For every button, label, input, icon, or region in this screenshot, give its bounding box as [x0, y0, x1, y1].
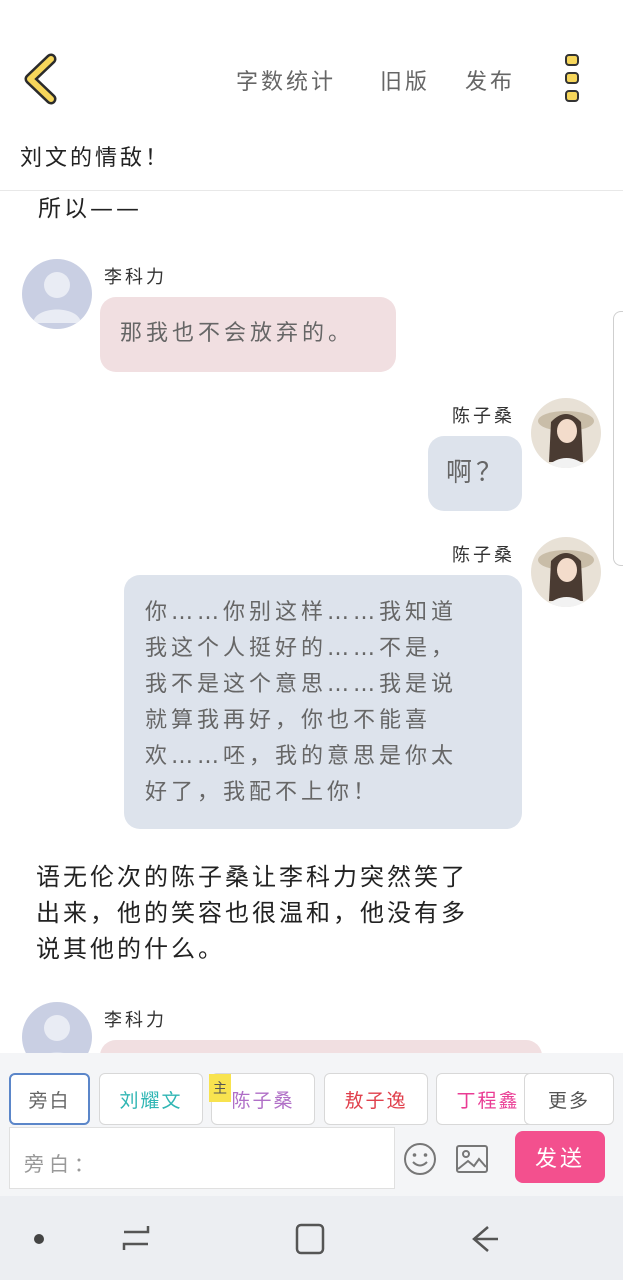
message-bubble[interactable]: 那我也不会放弃的。	[100, 297, 396, 372]
chevron-left-icon	[24, 53, 57, 105]
speaker-name: 李科力	[104, 267, 167, 288]
word-count-button[interactable]: 字数统计	[236, 64, 336, 96]
recents-button[interactable]	[120, 1222, 152, 1254]
back-nav-button[interactable]	[468, 1222, 502, 1256]
chat-area[interactable]: 所以—— 李科力 那我也不会放弃的。 陈子桑 啊？ 陈子桑 你……你别这样……我…	[0, 191, 623, 1053]
message-line: 你……你别这样……我知道	[145, 600, 458, 625]
narration-text: 语无伦次的陈子桑让李科力突然笑了 出来，他的笑容也很温和，他没有多 说其他的什么…	[36, 859, 468, 967]
speaker-name: 陈子桑	[452, 406, 515, 427]
message-line: 好了，我配不上你！	[145, 780, 380, 805]
character-picker: 旁白 刘耀文 陈子桑 主 敖子逸 丁程鑫 更多 旁白： 发送	[0, 1053, 623, 1196]
speaker-name: 陈子桑	[452, 545, 515, 566]
recents-icon	[122, 1226, 150, 1250]
default-avatar-icon	[33, 272, 81, 323]
image-button[interactable]	[455, 1142, 489, 1176]
home-icon	[295, 1223, 325, 1255]
narration-text: 所以——	[38, 196, 142, 222]
main-badge: 主	[209, 1074, 231, 1102]
message-input[interactable]: 旁白：	[9, 1127, 395, 1189]
back-button[interactable]	[18, 52, 68, 106]
smiley-icon	[404, 1143, 436, 1175]
scroll-handle[interactable]	[613, 311, 623, 566]
default-avatar-icon	[44, 1015, 70, 1053]
vertical-dots-icon	[565, 54, 579, 102]
avatar[interactable]	[531, 537, 601, 607]
speaker-name: 李科力	[104, 1010, 167, 1031]
chip-narration[interactable]: 旁白	[9, 1073, 90, 1125]
emoji-button[interactable]	[403, 1142, 437, 1176]
message-line: 我这个人挺好的……不是，	[145, 636, 458, 661]
old-version-button[interactable]: 旧版	[380, 64, 430, 96]
story-title: 刘文的情敌！	[20, 146, 171, 171]
narration-line: 说其他的什么。	[36, 935, 225, 963]
message-bubble[interactable]: 你……你别这样……我知道 我这个人挺好的……不是， 我不是这个意思……我是说 就…	[124, 575, 522, 829]
girl-avatar-icon	[531, 537, 601, 607]
home-button[interactable]	[294, 1222, 326, 1256]
dot-icon[interactable]	[34, 1234, 44, 1244]
more-menu-button[interactable]	[558, 52, 588, 104]
narration-line: 出来，他的笑容也很温和，他没有多	[36, 899, 468, 927]
message-line: 我不是这个意思……我是说	[145, 672, 458, 697]
message-line: 就算我再好，你也不能喜	[145, 708, 432, 733]
avatar[interactable]	[22, 1002, 92, 1053]
back-icon	[472, 1226, 498, 1252]
publish-button[interactable]: 发布	[465, 64, 515, 96]
chip-liu-yaowen[interactable]: 刘耀文	[99, 1073, 203, 1125]
message-line: 欢……呸，我的意思是你太	[145, 744, 458, 769]
narration-line: 语无伦次的陈子桑让李科力突然笑了	[36, 863, 468, 891]
chip-ao-ziyi[interactable]: 敖子逸	[324, 1073, 428, 1125]
image-icon	[456, 1145, 488, 1173]
message-bubble[interactable]: 啊？	[428, 436, 522, 511]
send-button[interactable]: 发送	[515, 1131, 605, 1183]
more-characters-button[interactable]: 更多	[524, 1073, 614, 1125]
top-bar: 字数统计 旧版 发布	[0, 0, 623, 130]
girl-avatar-icon	[531, 398, 601, 468]
message-bubble[interactable]	[100, 1040, 542, 1053]
avatar[interactable]	[22, 259, 92, 329]
avatar[interactable]	[531, 398, 601, 468]
